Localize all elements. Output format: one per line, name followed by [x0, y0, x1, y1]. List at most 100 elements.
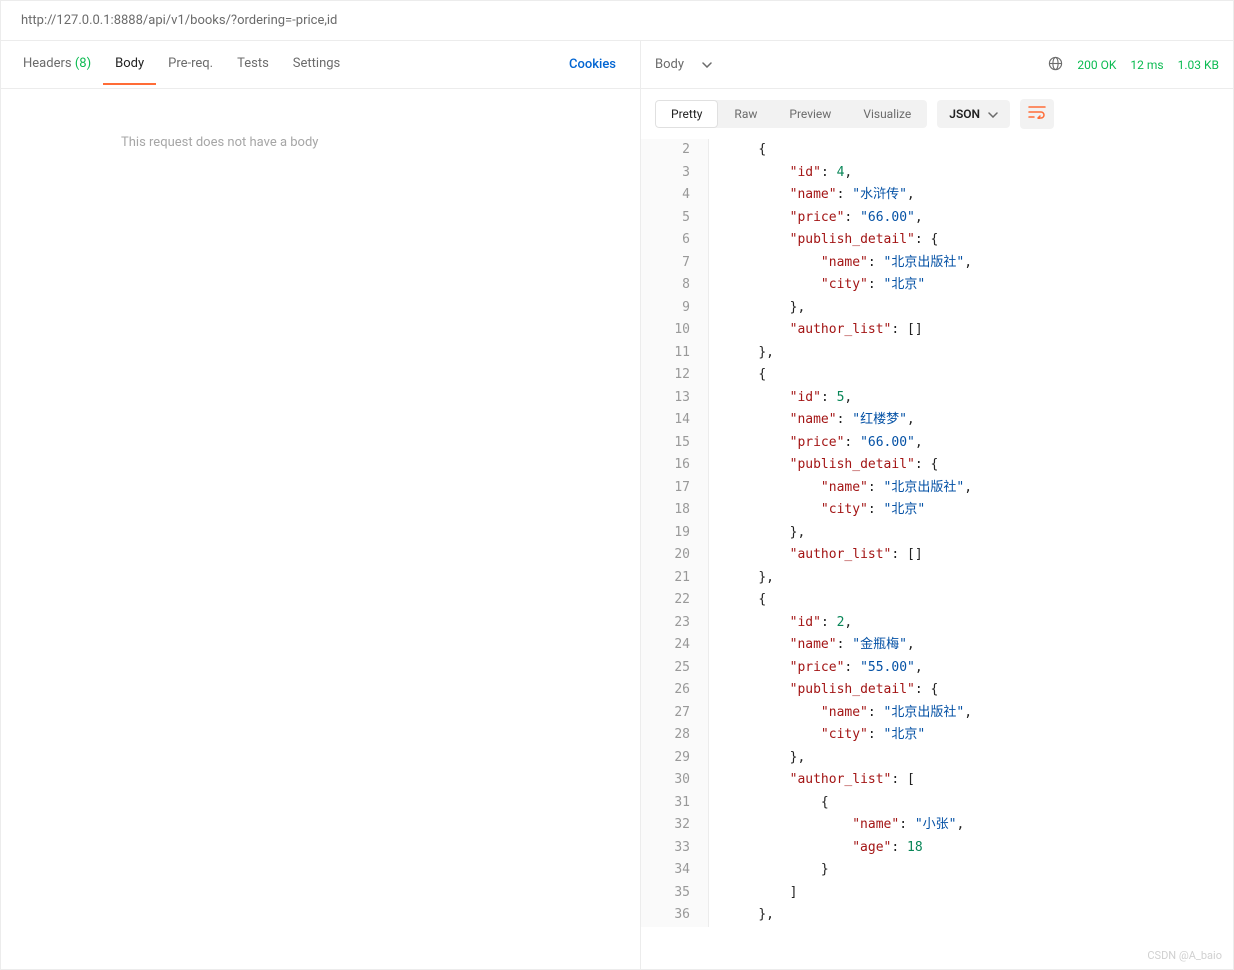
code-line: 7 "name": "北京出版社",: [641, 252, 1233, 275]
tab-body[interactable]: Body: [103, 44, 156, 85]
code-content: "name": "北京出版社",: [709, 477, 972, 500]
code-content: "name": "红楼梦",: [709, 409, 915, 432]
globe-icon[interactable]: [1048, 56, 1063, 74]
code-line: 4 "name": "水浒传",: [641, 184, 1233, 207]
code-line: 32 "name": "小张",: [641, 814, 1233, 837]
line-number: 24: [641, 634, 709, 657]
response-code-area[interactable]: 2 {3 "id": 4,4 "name": "水浒传",5 "price": …: [641, 139, 1233, 969]
code-content: "author_list": [: [709, 769, 915, 792]
code-line: 33 "age": 18: [641, 837, 1233, 860]
view-tab-raw[interactable]: Raw: [718, 100, 773, 128]
code-line: 26 "publish_detail": {: [641, 679, 1233, 702]
code-content: "name": "北京出版社",: [709, 702, 972, 725]
line-number: 15: [641, 432, 709, 455]
status-time: 12 ms: [1130, 58, 1163, 72]
code-line: 22 {: [641, 589, 1233, 612]
code-line: 13 "id": 5,: [641, 387, 1233, 410]
code-line: 15 "price": "66.00",: [641, 432, 1233, 455]
response-body-dropdown[interactable]: Body: [655, 57, 712, 72]
code-content: "publish_detail": {: [709, 679, 938, 702]
line-number: 34: [641, 859, 709, 882]
code-content: "id": 2,: [709, 612, 852, 635]
status-size: 1.03 KB: [1178, 58, 1219, 72]
code-line: 23 "id": 2,: [641, 612, 1233, 635]
line-number: 26: [641, 679, 709, 702]
line-number: 31: [641, 792, 709, 815]
code-content: {: [709, 364, 766, 387]
line-number: 25: [641, 657, 709, 680]
line-number: 21: [641, 567, 709, 590]
view-tab-pretty[interactable]: Pretty: [655, 100, 718, 128]
cookies-link[interactable]: Cookies: [569, 57, 630, 72]
code-content: "age": 18: [709, 837, 923, 860]
code-content: },: [709, 297, 805, 320]
response-status-group: 200 OK 12 ms 1.03 KB: [1048, 56, 1219, 74]
wrap-lines-button[interactable]: [1020, 99, 1054, 129]
code-content: "price": "55.00",: [709, 657, 923, 680]
code-content: },: [709, 747, 805, 770]
code-line: 25 "price": "55.00",: [641, 657, 1233, 680]
code-content: "city": "北京": [709, 499, 925, 522]
tab-settings[interactable]: Settings: [281, 44, 352, 85]
tab-headers-label: Headers: [23, 56, 72, 71]
request-body-empty: This request does not have a body: [1, 89, 640, 196]
code-content: }: [709, 859, 829, 882]
response-toolbar: Pretty Raw Preview Visualize JSON: [641, 89, 1233, 139]
line-number: 9: [641, 297, 709, 320]
code-line: 36 },: [641, 904, 1233, 927]
line-number: 32: [641, 814, 709, 837]
chevron-down-icon: [702, 57, 712, 72]
code-line: 31 {: [641, 792, 1233, 815]
line-number: 8: [641, 274, 709, 297]
code-content: "author_list": []: [709, 544, 923, 567]
app-container: http://127.0.0.1:8888/api/v1/books/?orde…: [0, 0, 1234, 970]
line-number: 7: [641, 252, 709, 275]
tab-headers[interactable]: Headers (8): [11, 44, 103, 85]
code-content: "id": 5,: [709, 387, 852, 410]
format-label: JSON: [949, 107, 980, 121]
code-content: },: [709, 342, 774, 365]
code-content: {: [709, 139, 766, 162]
view-mode-tabs: Pretty Raw Preview Visualize: [655, 100, 927, 128]
code-content: "id": 4,: [709, 162, 852, 185]
line-number: 3: [641, 162, 709, 185]
url-bar[interactable]: http://127.0.0.1:8888/api/v1/books/?orde…: [1, 1, 1233, 41]
code-content: {: [709, 792, 829, 815]
line-number: 18: [641, 499, 709, 522]
view-tab-preview[interactable]: Preview: [773, 100, 847, 128]
line-number: 17: [641, 477, 709, 500]
code-line: 10 "author_list": []: [641, 319, 1233, 342]
code-content: "name": "北京出版社",: [709, 252, 972, 275]
line-number: 2: [641, 139, 709, 162]
line-number: 20: [641, 544, 709, 567]
line-number: 14: [641, 409, 709, 432]
line-number: 13: [641, 387, 709, 410]
view-tab-visualize[interactable]: Visualize: [847, 100, 927, 128]
watermark: CSDN @A_baio: [1147, 949, 1222, 962]
line-number: 5: [641, 207, 709, 230]
code-line: 24 "name": "金瓶梅",: [641, 634, 1233, 657]
request-panel: Headers (8) Body Pre-req. Tests Settings…: [1, 41, 641, 969]
line-number: 6: [641, 229, 709, 252]
code-line: 28 "city": "北京": [641, 724, 1233, 747]
code-line: 17 "name": "北京出版社",: [641, 477, 1233, 500]
line-number: 19: [641, 522, 709, 545]
code-content: "price": "66.00",: [709, 432, 923, 455]
code-content: "name": "水浒传",: [709, 184, 915, 207]
tab-prereq[interactable]: Pre-req.: [156, 44, 225, 85]
request-tabs: Headers (8) Body Pre-req. Tests Settings…: [1, 41, 640, 89]
code-line: 5 "price": "66.00",: [641, 207, 1233, 230]
code-line: 30 "author_list": [: [641, 769, 1233, 792]
code-content: "name": "金瓶梅",: [709, 634, 915, 657]
line-number: 10: [641, 319, 709, 342]
tab-tests[interactable]: Tests: [225, 44, 281, 85]
code-content: "city": "北京": [709, 274, 925, 297]
code-content: {: [709, 589, 766, 612]
chevron-down-icon: [988, 107, 998, 121]
line-number: 12: [641, 364, 709, 387]
code-content: ]: [709, 882, 797, 905]
line-number: 23: [641, 612, 709, 635]
format-select[interactable]: JSON: [937, 100, 1010, 128]
code-line: 18 "city": "北京": [641, 499, 1233, 522]
code-line: 16 "publish_detail": {: [641, 454, 1233, 477]
